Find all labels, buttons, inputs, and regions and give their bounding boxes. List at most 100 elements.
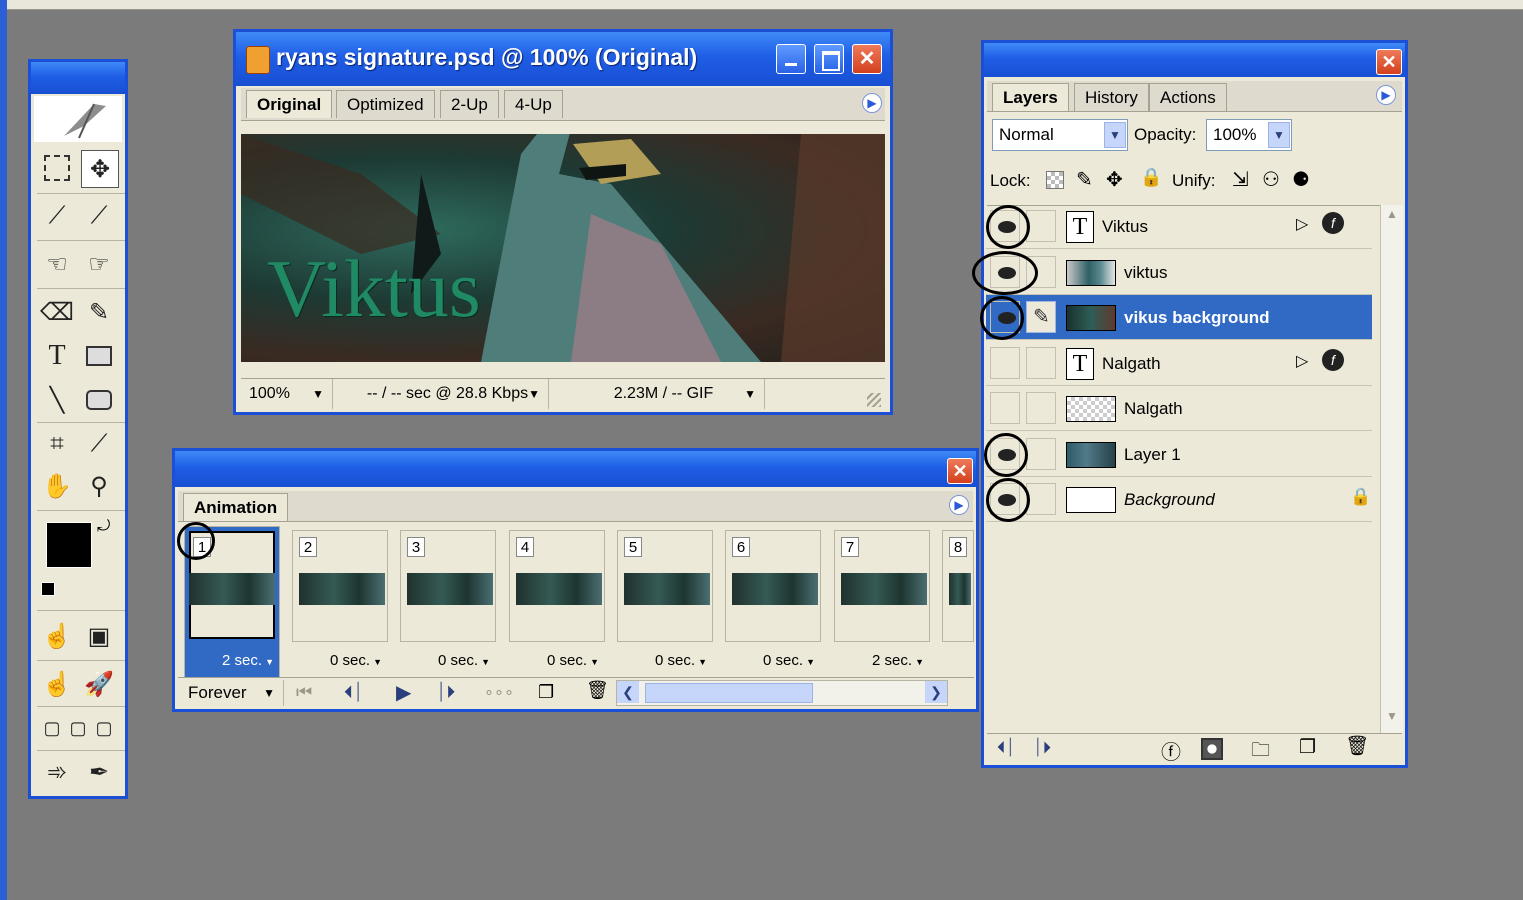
unify-visibility-icon[interactable]: ⚇ xyxy=(1262,167,1280,192)
animation-frame[interactable]: 4 xyxy=(509,530,605,642)
feather-logo-icon[interactable] xyxy=(34,96,122,142)
previous-frame-icon[interactable]: ⏴⏐ xyxy=(997,738,1015,758)
add-layer-style-icon[interactable]: ⓕ xyxy=(1161,736,1181,765)
layer-row[interactable]: T Viktus ▷ f xyxy=(986,204,1372,249)
expand-triangle-icon[interactable]: ▷ xyxy=(1296,214,1308,234)
close-button[interactable]: ✕ xyxy=(1376,49,1402,75)
layer-link-toggle[interactable]: ✎ xyxy=(1026,301,1056,333)
scroll-right-icon[interactable]: ❯ xyxy=(925,681,947,703)
frame-delay-select[interactable]: 2 sec. ▼ xyxy=(178,652,274,669)
layer-visibility-toggle[interactable] xyxy=(990,346,1020,379)
animation-titlebar[interactable] xyxy=(175,451,976,487)
toggle-slice-visibility-icon[interactable]: ▣ xyxy=(81,618,117,654)
preview-in-browser-icon[interactable]: 🚀 xyxy=(81,666,117,702)
image-map-select-tool-icon[interactable]: ☞ xyxy=(81,246,117,282)
unify-position-icon[interactable]: ⇲ xyxy=(1232,167,1249,192)
tab-original[interactable]: Original xyxy=(246,90,333,118)
preview-document-icon[interactable]: ☝ xyxy=(39,666,75,702)
animation-frame[interactable]: 2 xyxy=(292,530,388,642)
layers-scrollbar[interactable]: ▲ ▼ xyxy=(1380,205,1403,733)
default-colors-icon[interactable] xyxy=(41,582,55,596)
marquee-tool-icon[interactable] xyxy=(39,150,75,186)
layer-link-toggle[interactable] xyxy=(1026,437,1056,470)
frame-delay-select[interactable]: 0 sec. ▼ xyxy=(719,652,815,669)
animation-frame[interactable]: 5 xyxy=(617,530,713,642)
scroll-thumb[interactable] xyxy=(645,683,813,703)
eraser-tool-icon[interactable]: ⌫ xyxy=(39,294,75,330)
close-button[interactable]: ✕ xyxy=(852,44,882,74)
zoom-tool-icon[interactable]: ⚲ xyxy=(81,468,117,504)
layer-row[interactable]: viktus xyxy=(986,250,1372,295)
chevron-down-icon[interactable]: ▼ xyxy=(1268,122,1290,148)
toggle-image-map-visibility-icon[interactable]: ☝ xyxy=(39,618,75,654)
tab-actions[interactable]: Actions xyxy=(1149,83,1227,111)
layer-row[interactable]: Layer 1 xyxy=(986,432,1372,477)
next-frame-icon[interactable]: ⏐⏵ xyxy=(436,682,455,703)
tab-4-up[interactable]: 4-Up xyxy=(504,90,563,118)
tab-optimized[interactable]: Optimized xyxy=(336,90,435,118)
layer-row[interactable]: ✎ vikus background xyxy=(986,295,1372,340)
hand-tool-icon[interactable]: ✋ xyxy=(39,468,75,504)
screen-mode-full-icon[interactable]: ▢ xyxy=(91,710,117,746)
layer-row[interactable]: Nalgath xyxy=(986,386,1372,431)
file-size-select[interactable]: 2.23M / -- GIF ▼ xyxy=(555,379,765,409)
animation-frame[interactable]: 3 xyxy=(400,530,496,642)
type-tool-icon[interactable]: T xyxy=(39,338,75,374)
tween-icon[interactable]: ∘∘∘ xyxy=(484,682,514,702)
chevron-down-icon[interactable]: ▼ xyxy=(1104,122,1126,148)
layers-panel-menu-icon[interactable]: ▶ xyxy=(1376,85,1396,105)
tab-animation[interactable]: Animation xyxy=(183,493,289,521)
screen-mode-standard-icon[interactable]: ▢ xyxy=(39,710,65,746)
rectangle-tool-icon[interactable] xyxy=(81,338,117,374)
first-frame-icon[interactable]: ⏮ xyxy=(296,682,312,703)
layer-row[interactable]: Background 🔒 xyxy=(986,477,1372,522)
animation-frame[interactable]: 6 xyxy=(725,530,821,642)
expand-triangle-icon[interactable]: ▷ xyxy=(1296,351,1308,371)
layer-row[interactable]: T Nalgath ▷ f xyxy=(986,341,1372,386)
toolbox-titlebar[interactable] xyxy=(31,62,125,94)
scroll-down-icon[interactable]: ▼ xyxy=(1383,709,1401,731)
slice-tool-icon[interactable]: ⟋ xyxy=(39,198,75,234)
next-frame-icon[interactable]: ⏐⏵ xyxy=(1033,738,1051,758)
layer-link-toggle[interactable] xyxy=(1026,392,1056,424)
close-button[interactable]: ✕ xyxy=(947,458,973,484)
pencil-tool-icon[interactable]: ✎ xyxy=(81,294,117,330)
frame-delay-select[interactable]: 2 sec. ▼ xyxy=(828,652,924,669)
loop-select[interactable]: Forever ▼ xyxy=(180,680,284,706)
jump-feather-icon[interactable]: ✒ xyxy=(81,754,117,790)
scroll-left-icon[interactable]: ❮ xyxy=(617,681,639,703)
add-mask-icon[interactable] xyxy=(1201,738,1223,760)
lock-transparency-icon[interactable] xyxy=(1046,171,1064,189)
frame-delay-select[interactable]: 0 sec. ▼ xyxy=(286,652,382,669)
rounded-rectangle-tool-icon[interactable] xyxy=(81,382,117,418)
crop-tool-icon[interactable]: ⌗ xyxy=(39,426,75,462)
frame-delay-select[interactable]: 0 sec. ▼ xyxy=(611,652,707,669)
previous-frame-icon[interactable]: ⏴⏐ xyxy=(344,682,363,703)
minimize-button[interactable] xyxy=(776,44,806,74)
delete-layer-icon[interactable]: 🗑 xyxy=(1345,734,1369,758)
animation-panel-menu-icon[interactable]: ▶ xyxy=(949,495,969,515)
frame-delay-select[interactable]: 0 sec. ▼ xyxy=(503,652,599,669)
zoom-select[interactable]: 100% ▼ xyxy=(241,379,333,409)
tab-history[interactable]: History xyxy=(1074,83,1149,111)
lock-all-icon[interactable]: 🔒 xyxy=(1140,167,1162,188)
layer-link-toggle[interactable] xyxy=(1026,483,1056,515)
layer-link-toggle[interactable] xyxy=(1026,210,1056,242)
layer-visibility-toggle[interactable] xyxy=(990,392,1020,424)
lock-position-icon[interactable]: ✥ xyxy=(1106,167,1123,192)
line-tool-icon[interactable]: ╲ xyxy=(39,382,75,418)
foreground-color-swatch[interactable] xyxy=(46,522,92,568)
doc-panel-menu-icon[interactable]: ▶ xyxy=(862,93,882,113)
tab-2-up[interactable]: 2-Up xyxy=(440,90,499,118)
layers-titlebar[interactable] xyxy=(984,43,1405,77)
unify-style-icon[interactable]: ⚈ xyxy=(1292,167,1310,192)
image-map-tool-icon[interactable]: ☜ xyxy=(39,246,75,282)
download-speed-select[interactable]: -- / -- sec @ 28.8 Kbps ▼ xyxy=(339,379,549,409)
play-icon[interactable]: ▶ xyxy=(396,680,411,705)
tab-layers[interactable]: Layers xyxy=(992,83,1069,111)
screen-mode-full-menu-icon[interactable]: ▢ xyxy=(65,710,91,746)
move-tool-icon[interactable]: ✥ xyxy=(81,150,119,188)
jump-to-photoshop-icon[interactable]: ➾ xyxy=(39,754,75,790)
animation-frame[interactable]: 8 xyxy=(942,530,974,642)
slice-select-tool-icon[interactable]: ⟋ xyxy=(81,198,117,234)
